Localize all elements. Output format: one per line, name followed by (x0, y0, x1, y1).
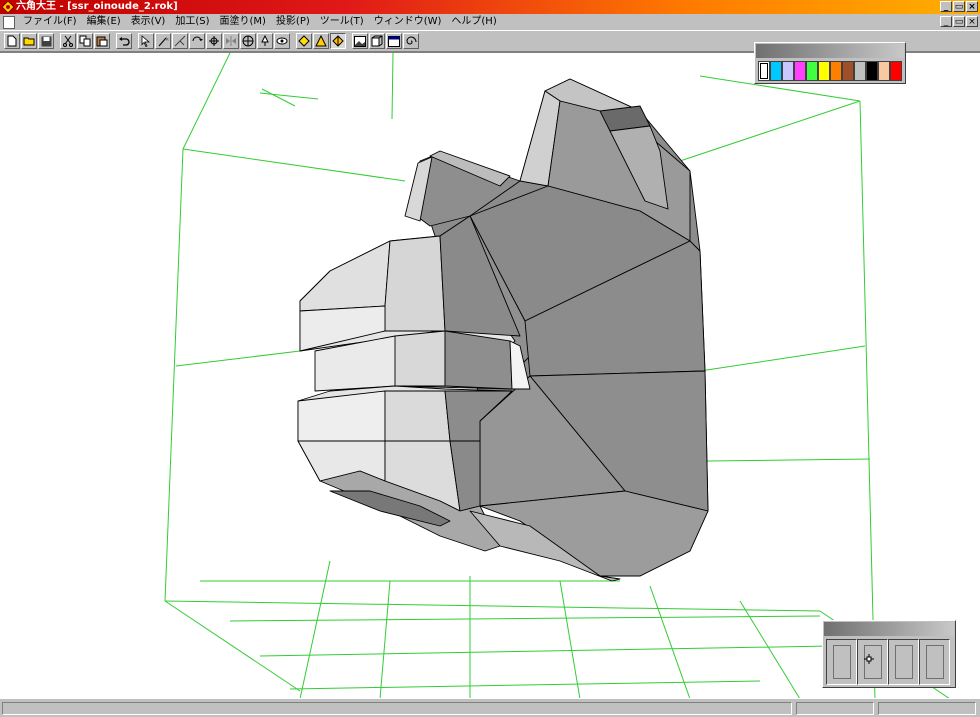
palette-swatches (758, 61, 902, 81)
cut-icon[interactable] (60, 33, 76, 49)
paste-icon[interactable] (94, 33, 110, 49)
window-controls: _ ▭ × (940, 1, 978, 12)
navigator-title-bar[interactable] (824, 622, 954, 636)
menu-help[interactable]: ヘルプ(H) (446, 14, 501, 30)
navigator-views (826, 639, 950, 685)
spiral-icon[interactable] (403, 33, 419, 49)
view-front-icon[interactable] (296, 33, 312, 49)
menu-tools[interactable]: ツール(T) (315, 14, 369, 30)
doc-close-button[interactable]: × (966, 16, 978, 27)
viewport-canvas[interactable] (0, 53, 980, 698)
document-icon[interactable] (3, 15, 15, 29)
swatch-cyan[interactable] (770, 61, 782, 81)
swatch-yellow[interactable] (818, 61, 830, 81)
title-bar: 六角大王 - [ssr_oinoude_2.rok] _ ▭ × (0, 0, 980, 14)
status-pane-main (2, 702, 792, 715)
swatch-magenta[interactable] (794, 61, 806, 81)
navigator-view-4[interactable] (919, 639, 950, 685)
doc-minimize-button[interactable]: _ (940, 16, 952, 27)
status-pane-3 (878, 702, 976, 715)
new-file-icon[interactable] (4, 33, 20, 49)
rotate-icon[interactable] (189, 33, 205, 49)
move-cursor-icon (864, 654, 874, 664)
color-palette (754, 42, 906, 84)
close-button[interactable]: × (966, 1, 978, 12)
window-icon[interactable] (386, 33, 402, 49)
menu-modify[interactable]: 加工(S) (170, 14, 214, 30)
doc-maximize-button[interactable]: ▭ (953, 16, 965, 27)
mirror-icon[interactable] (223, 33, 239, 49)
open-folder-icon[interactable] (21, 33, 37, 49)
3d-model[interactable] (297, 78, 709, 582)
3d-viewport[interactable] (0, 52, 980, 698)
swatch-gray[interactable] (854, 61, 866, 81)
save-icon[interactable] (38, 33, 54, 49)
view-navigator-panel (822, 620, 956, 688)
palette-title-bar[interactable] (756, 44, 904, 58)
select-arrow-icon[interactable] (138, 33, 154, 49)
move-view-icon[interactable] (240, 33, 256, 49)
swatch-white[interactable] (758, 61, 770, 81)
minimize-button[interactable]: _ (940, 1, 952, 12)
maximize-button[interactable]: ▭ (953, 1, 965, 12)
undo-icon[interactable] (116, 33, 132, 49)
document-window-controls: _ ▭ × (940, 16, 978, 27)
status-bar (0, 698, 980, 717)
navigator-view-1[interactable] (826, 639, 857, 685)
menu-view[interactable]: 表示(V) (126, 14, 171, 30)
dropper-icon[interactable] (257, 33, 273, 49)
image-icon[interactable] (352, 33, 368, 49)
magic-select-icon[interactable] (155, 33, 171, 49)
swatch-green[interactable] (806, 61, 818, 81)
box-icon[interactable] (369, 33, 385, 49)
view-solid-icon[interactable] (330, 33, 346, 49)
copy-icon[interactable] (77, 33, 93, 49)
swatch-brown[interactable] (842, 61, 854, 81)
menu-bar: ファイル(F) 編集(E) 表示(V) 加工(S) 面塗り(M) 投影(P) ツ… (0, 14, 980, 30)
swatch-skin[interactable] (878, 61, 890, 81)
app-logo-icon (2, 1, 14, 13)
swatch-orange[interactable] (830, 61, 842, 81)
view-light-icon[interactable] (313, 33, 329, 49)
menu-file[interactable]: ファイル(F) (18, 14, 82, 30)
swatch-red[interactable] (890, 61, 902, 81)
move-points-icon[interactable] (172, 33, 188, 49)
window-title: 六角大王 - [ssr_oinoude_2.rok] (16, 1, 178, 12)
menu-face-paint[interactable]: 面塗り(M) (215, 14, 271, 30)
swatch-lavender[interactable] (782, 61, 794, 81)
status-pane-2 (796, 702, 874, 715)
navigator-view-3[interactable] (888, 639, 919, 685)
menu-window[interactable]: ウィンドウ(W) (369, 14, 447, 30)
menu-projection[interactable]: 投影(P) (271, 14, 315, 30)
swatch-black[interactable] (866, 61, 878, 81)
transform-icon[interactable] (206, 33, 222, 49)
eye-icon[interactable] (274, 33, 290, 49)
menu-edit[interactable]: 編集(E) (82, 14, 126, 30)
